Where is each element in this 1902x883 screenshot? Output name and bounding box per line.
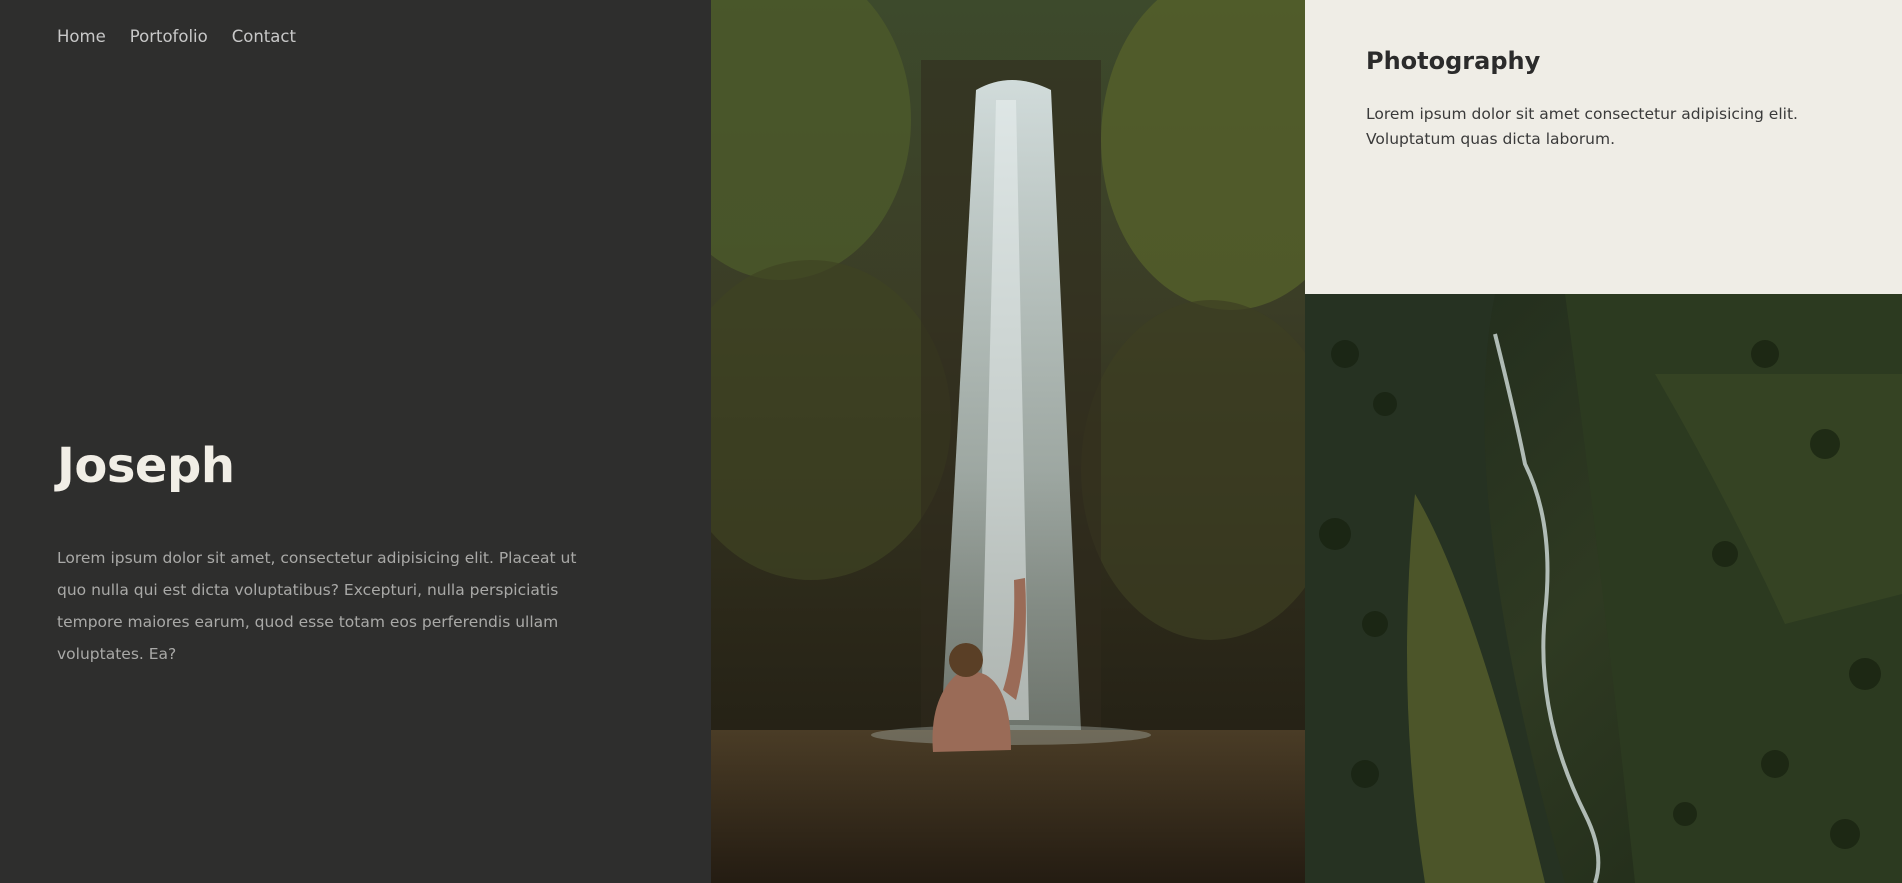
card-title: Photography xyxy=(1366,47,1541,75)
nav-contact-link[interactable]: Contact xyxy=(232,28,296,46)
nav-portfolio-link[interactable]: Portofolio xyxy=(130,28,208,46)
waterfall-photo xyxy=(711,0,1305,883)
intro-panel: Home Portofolio Contact Joseph Lorem ips… xyxy=(0,0,711,883)
hero-description: Lorem ipsum dolor sit amet, consectetur … xyxy=(57,549,577,663)
photography-card: Photography Lorem ipsum dolor sit amet c… xyxy=(1305,0,1902,294)
card-description: Lorem ipsum dolor sit amet consectetur a… xyxy=(1366,105,1798,148)
valley-photo xyxy=(1305,294,1902,883)
hero-title: Joseph xyxy=(57,438,235,494)
main-nav: Home Portofolio Contact xyxy=(57,28,296,46)
nav-home-link[interactable]: Home xyxy=(57,28,106,46)
